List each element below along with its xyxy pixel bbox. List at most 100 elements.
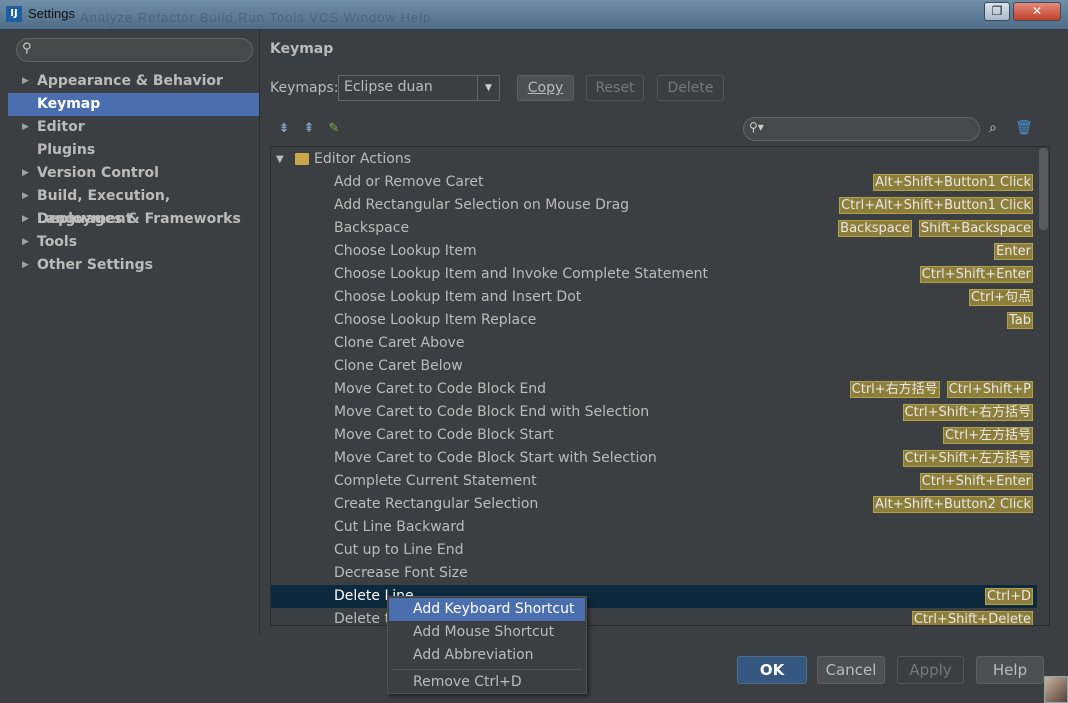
expand-arrow-icon[interactable]: ▶ [22,70,29,93]
edit-icon[interactable]: ✎ [326,121,342,137]
action-name: Create Rectangular Selection [334,496,539,512]
cancel-button[interactable]: Cancel [817,656,885,684]
ok-button[interactable]: OK [737,656,807,684]
shortcut-badge: Ctrl+Shift+左方括号 [902,450,1033,467]
clear-filter-icon[interactable]: 🗑 [1015,120,1033,138]
shortcut-list: Ctrl+Shift+Delete [911,611,1033,625]
collapse-arrow-icon[interactable]: ▼ [276,148,284,171]
settings-search-input[interactable]: ⚲ [16,38,253,62]
sidebar-item-tools[interactable]: ▶ Tools [8,231,259,254]
avatar [1044,676,1068,703]
action-name: Choose Lookup Item and Insert Dot [334,289,582,305]
action-name: Move Caret to Code Block Start with Sele… [334,450,657,466]
table-row[interactable]: Move Caret to Code Block End Ctrl+右方括号 Ctr… [271,378,1037,401]
menu-ghost-text: Analyze Refactor Build Run Tools VCS Win… [80,10,432,25]
menu-item-add-mouse-shortcut[interactable]: Add Mouse Shortcut [389,621,585,644]
settings-nav: ▶ Appearance & Behavior Keymap ▶ Editor Plugi… [8,70,259,277]
shortcut-badge: Ctrl+句点 [968,289,1033,306]
table-row[interactable]: Move Caret to Code Block End with Select… [271,401,1037,424]
expand-all-icon[interactable]: ⇟ [276,121,292,137]
table-row[interactable]: Move Caret to Code Block Start with Sele… [271,447,1037,470]
shortcut-badge: Ctrl+右方括号 [849,381,940,398]
table-row[interactable]: Choose Lookup Item Enter [271,240,1037,263]
tree-group[interactable]: ▼ Editor Actions [271,148,1037,171]
action-name: Backspace [334,220,410,236]
sidebar-item-editor[interactable]: ▶ Editor [8,116,259,139]
shortcut-list: Ctrl+D [984,588,1033,605]
table-row[interactable]: Add Rectangular Selection on Mouse Drag C… [271,194,1037,217]
table-row[interactable]: Choose Lookup Item and Invoke Complete S… [271,263,1037,286]
action-name: Decrease Font Size [334,565,468,581]
sidebar-item-version-control[interactable]: ▶ Version Control [8,162,259,185]
folder-icon [295,153,309,165]
table-row[interactable]: Clone Caret Above [271,332,1037,355]
sidebar-item-appearance-behavior[interactable]: ▶ Appearance & Behavior [8,70,259,93]
table-row[interactable]: Cut Line Backward [271,516,1037,539]
sidebar-item-build-execution-deployment[interactable]: ▶ Build, Execution, Deployment [8,185,259,227]
sidebar-item-label: Keymap [37,96,101,112]
shortcut-list: Ctrl+Shift+Enter [919,473,1033,490]
expand-arrow-icon[interactable]: ▶ [22,185,29,208]
table-row[interactable]: Clone Caret Below [271,355,1037,378]
table-row[interactable]: Cut up to Line End [271,539,1037,562]
table-row[interactable]: Create Rectangular Selection Alt+Shift+Bu… [271,493,1037,516]
keymap-filter-input[interactable]: ⚲▾ [743,117,980,141]
sidebar-item-label: Languages & Frameworks [37,211,241,227]
table-row[interactable]: Choose Lookup Item Replace Tab [271,309,1037,332]
table-row[interactable]: Add or Remove Caret Alt+Shift+Button1 Cli… [271,171,1037,194]
keymap-panel: Keymap Keymaps: Eclipse duan ▼ Copy Rese… [261,30,1060,634]
shortcut-list: Ctrl+Shift+右方括号 [902,404,1033,421]
sidebar-item-languages-frameworks[interactable]: ▶ Languages & Frameworks [8,208,259,231]
help-button[interactable]: Help [976,656,1044,684]
table-row[interactable]: Decrease Font Size [271,562,1037,585]
expand-arrow-icon[interactable]: ▶ [22,116,29,139]
settings-sidebar: ⚲ ▶ Appearance & Behavior Keymap ▶ Editor Plu… [8,30,260,634]
sidebar-item-plugins[interactable]: Plugins [8,139,259,162]
table-row[interactable]: Delete Line Ctrl+D [271,585,1037,608]
action-name: Choose Lookup Item and Invoke Complete S… [334,266,708,282]
expand-arrow-icon[interactable]: ▶ [22,231,29,254]
table-row[interactable]: Delete t Ctrl+Shift+Delete [271,608,1037,625]
table-row[interactable]: Choose Lookup Item and Insert Dot Ctrl+句点 [271,286,1037,309]
restore-icon[interactable]: ❐ [984,2,1010,21]
shortcut-list: Ctrl+Shift+左方括号 [902,450,1033,467]
action-name: Move Caret to Code Block End with Select… [334,404,650,420]
action-name: Move Caret to Code Block End [334,381,547,397]
keymap-select[interactable]: Eclipse duan ▼ [338,75,500,101]
shortcut-list: Tab [1006,312,1033,329]
close-icon[interactable]: ✕ [1013,2,1061,21]
menu-item-remove-shortcut[interactable]: Remove Ctrl+D [389,671,585,694]
expand-arrow-icon[interactable]: ▶ [22,254,29,277]
copy-button[interactable]: Copy [517,75,574,101]
keymap-tree[interactable]: ▼ Editor Actions Add or Remove Caret Alt+… [270,146,1050,626]
shortcut-badge: Ctrl+Alt+Shift+Button1 Click [839,197,1033,214]
expand-arrow-icon[interactable]: ▶ [22,162,29,185]
reset-button[interactable]: Reset [586,75,644,101]
menu-item-add-abbreviation[interactable]: Add Abbreviation [389,644,585,667]
shortcut-list: Ctrl+左方括号 [942,427,1033,444]
shortcut-list: Backspace Shift+Backspace [838,220,1033,237]
table-row[interactable]: Move Caret to Code Block Start Ctrl+左方括号 [271,424,1037,447]
sidebar-item-label: Version Control [37,165,159,181]
shortcut-badge: Shift+Backspace [918,220,1033,237]
shortcut-badge: Ctrl+Shift+右方括号 [902,404,1033,421]
shortcut-badge: Enter [994,243,1033,260]
sidebar-item-label: Editor [37,119,85,135]
find-shortcut-icon[interactable]: ⌕ [989,120,1007,138]
expand-arrow-icon[interactable]: ▶ [22,208,29,231]
shortcut-badge: Alt+Shift+Button1 Click [873,174,1033,191]
apply-button[interactable]: Apply [897,656,964,684]
action-name: Move Caret to Code Block Start [334,427,554,443]
chevron-down-icon[interactable]: ▼ [477,76,499,100]
table-row[interactable]: Backspace Backspace Shift+Backspace [271,217,1037,240]
scrollbar[interactable] [1039,148,1048,230]
menu-item-add-keyboard-shortcut[interactable]: Add Keyboard Shortcut [389,598,585,621]
action-name: Complete Current Statement [334,473,537,489]
window-title: Settings [28,6,75,21]
delete-button[interactable]: Delete [657,75,724,101]
table-row[interactable]: Complete Current Statement Ctrl+Shift+Ent… [271,470,1037,493]
sidebar-item-keymap[interactable]: Keymap [8,93,259,116]
page-title: Keymap [270,41,334,57]
collapse-all-icon[interactable]: ⇞ [301,121,317,137]
sidebar-item-other-settings[interactable]: ▶ Other Settings [8,254,259,277]
